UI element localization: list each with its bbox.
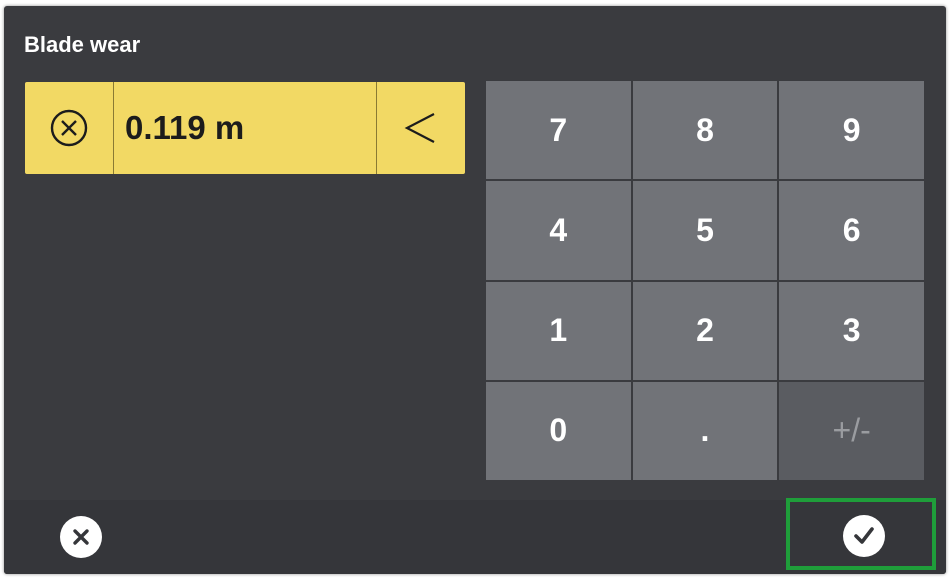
circle-x-icon [50,109,88,147]
key-0[interactable]: 0 [486,381,631,480]
input-value: 0.119 m [114,82,377,174]
key-8[interactable]: 8 [632,81,778,180]
check-icon [854,527,874,544]
key-3[interactable]: 3 [779,281,924,380]
dialog-title: Blade wear [24,32,141,57]
key-7[interactable]: 7 [486,81,631,180]
key-1[interactable]: 1 [486,281,631,380]
key-5[interactable]: 5 [632,181,778,280]
key-plus-minus: +/- [779,381,924,480]
cancel-button[interactable] [60,516,102,558]
key-decimal[interactable]: . [632,381,778,480]
chevron-left-icon [404,113,435,143]
blade-wear-dialog: Blade wear 0.119 m 7 8 9 4 5 6 1 2 3 0 .… [4,6,946,574]
confirm-button[interactable] [843,515,885,557]
key-6[interactable]: 6 [779,181,924,280]
clear-button[interactable] [25,82,114,174]
backspace-button[interactable] [377,82,465,174]
key-2[interactable]: 2 [632,281,778,380]
confirm-highlight [786,498,936,570]
key-9[interactable]: 9 [779,81,924,180]
bottom-bar [4,498,946,574]
value-input[interactable]: 0.119 m [25,82,465,174]
close-icon [73,529,89,545]
key-4[interactable]: 4 [486,181,631,280]
numeric-keypad: 7 8 9 4 5 6 1 2 3 0 . +/- [486,81,924,480]
